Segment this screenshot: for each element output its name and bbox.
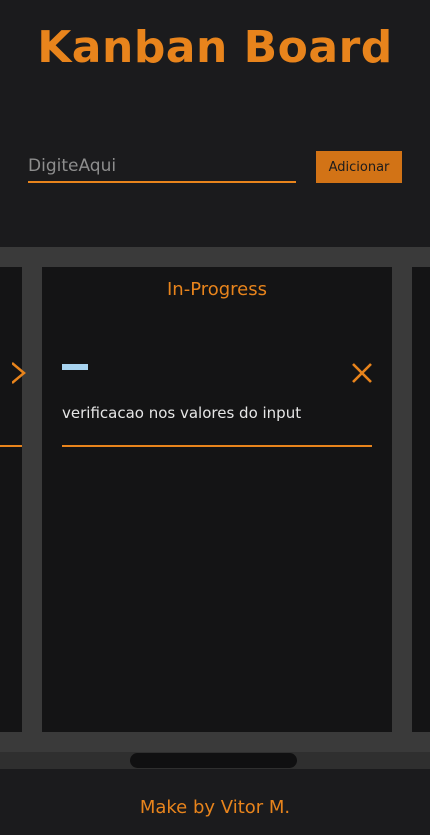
column-title: In-Progress [166,279,268,300]
scrollbar-thumb[interactable] [130,753,297,768]
close-icon[interactable] [12,361,26,385]
footer-credit: Make by Vitor M. [139,797,291,818]
task-underline [0,445,22,447]
close-icon[interactable] [350,361,374,385]
add-task-button[interactable]: Adicionar [316,151,402,183]
page-title: Kanban Board [37,22,393,73]
task-underline [62,445,372,447]
horizontal-scrollbar[interactable] [0,752,430,769]
task-text: verificacao nos valores do input [62,404,302,422]
task-card[interactable]: verificacao nos valores do input [62,357,372,447]
column-in-progress: In-Progress verificacao nos valores do i… [42,267,392,732]
column-right [412,267,430,732]
drag-handle[interactable] [62,364,88,370]
kanban-board: In-Progress verificacao nos valores do i… [0,247,430,752]
new-task-input[interactable] [28,150,296,183]
column-left [0,267,26,732]
